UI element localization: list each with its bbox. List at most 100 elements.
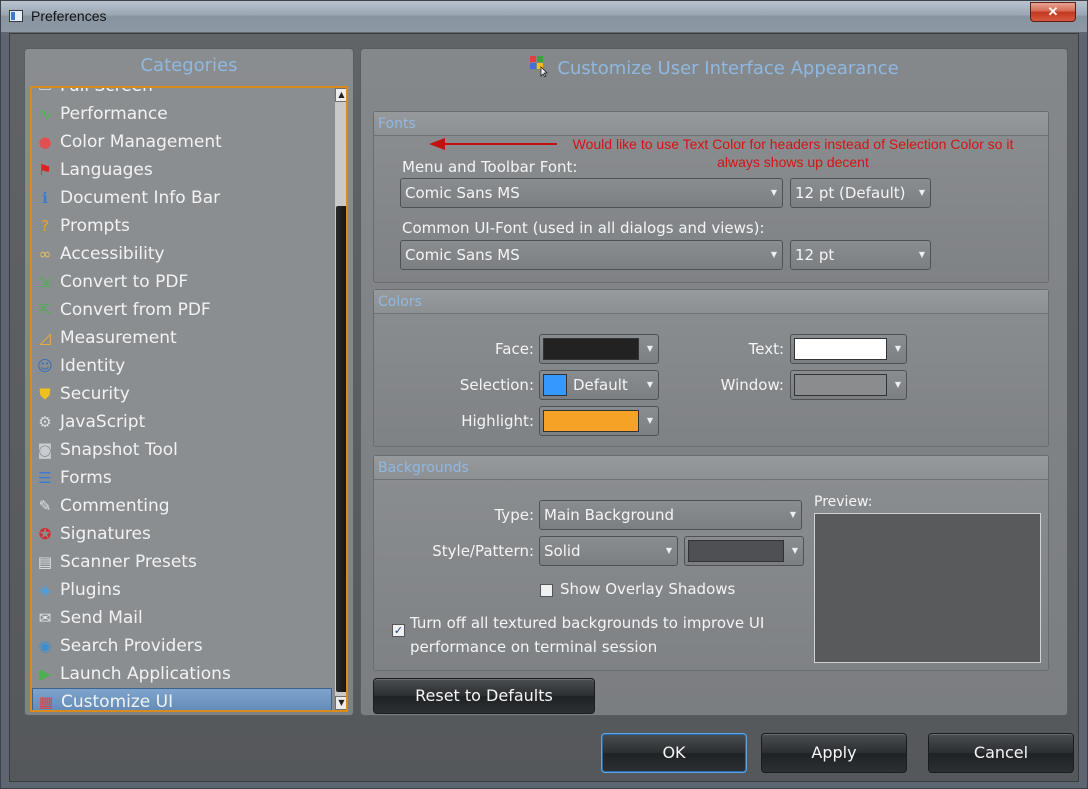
glasses-icon: ∞	[38, 245, 52, 263]
textured-backgrounds-label-line2: performance on terminal session	[410, 638, 658, 656]
ok-button[interactable]: OK	[601, 733, 747, 773]
menu-font-size-dropdown[interactable]: 12 pt (Default) ▼	[790, 178, 931, 208]
overlay-shadows-label: Show Overlay Shadows	[560, 580, 736, 598]
sidebar-item-forms[interactable]: ☰ Forms	[32, 464, 332, 492]
shield-icon: ⛊	[39, 385, 51, 403]
chevron-down-icon: ▼	[646, 380, 654, 389]
apply-button[interactable]: Apply	[761, 733, 907, 773]
ui-font-dropdown[interactable]: Comic Sans MS ▼	[400, 240, 783, 270]
close-button[interactable]: ✕	[1030, 2, 1076, 22]
sidebar-item-accessibility[interactable]: ∞ Accessibility	[32, 240, 332, 268]
background-preview	[814, 513, 1041, 663]
sidebar-item-prompts[interactable]: ? Prompts	[32, 212, 332, 240]
sidebar-item-customize-ui[interactable]: ▦ Customize UI	[32, 688, 332, 712]
preferences-window: Preferences ✕ Categories ▭ Full Screen ∿ Pe…	[0, 0, 1088, 789]
sidebar-item-scanner-presets[interactable]: ▤ Scanner Presets	[32, 548, 332, 576]
cancel-button[interactable]: Cancel	[928, 733, 1074, 773]
chevron-down-icon: ▼	[770, 188, 778, 197]
annotation-arrow-icon	[429, 138, 557, 150]
window-label: Window:	[720, 376, 784, 394]
fonts-group-title: Fonts	[374, 112, 1048, 136]
face-color-picker[interactable]: ▼	[539, 334, 659, 364]
sidebar-item-snapshot-tool[interactable]: ◙ Snapshot Tool	[32, 436, 332, 464]
scroll-thumb[interactable]	[336, 206, 346, 692]
sidebar-item-security[interactable]: ⛊ Security	[32, 380, 332, 408]
window-color-picker[interactable]: ▼	[790, 370, 907, 400]
preview-label: Preview:	[814, 494, 873, 510]
annotation-note: Would like to use Text Color for headers…	[572, 136, 1014, 170]
sidebar-item-label: Signatures	[60, 524, 151, 544]
text-label: Text:	[748, 340, 784, 358]
style-pattern-dropdown[interactable]: Solid ▼	[539, 536, 678, 566]
camera-icon: ◙	[37, 441, 53, 459]
sidebar-item-identity[interactable]: ☺ Identity	[32, 352, 332, 380]
question-icon: ?	[41, 217, 49, 235]
panel-title: Customize User Interface Appearance	[557, 58, 899, 79]
chevron-down-icon: ▼	[646, 416, 654, 425]
sidebar-item-label: Forms	[60, 468, 112, 488]
pattern-color-picker[interactable]: ▼	[684, 536, 804, 566]
sidebar-item-label: Accessibility	[60, 244, 165, 264]
sidebar-item-color-management[interactable]: ● Color Management	[32, 128, 332, 156]
selection-color-value: Default	[573, 376, 628, 394]
sidebar-item-javascript[interactable]: ⚙ JavaScript	[32, 408, 332, 436]
chevron-down-icon: ▼	[918, 250, 926, 259]
javascript-icon: ⚙	[38, 413, 52, 431]
languages-flag-icon: ⚑	[38, 161, 52, 179]
sidebar-item-commenting[interactable]: ✎ Commenting	[32, 492, 332, 520]
background-type-dropdown[interactable]: Main Background ▼	[539, 500, 802, 530]
sidebar-item-launch-applications[interactable]: ▶ Launch Applications	[32, 660, 332, 688]
menu-font-value: Comic Sans MS	[405, 184, 520, 202]
sidebar-item-label: Customize UI	[61, 692, 174, 712]
customize-ui-icon	[529, 55, 551, 78]
selection-color-picker[interactable]: Default ▼	[539, 370, 659, 400]
sidebar-item-send-mail[interactable]: ✉ Send Mail	[32, 604, 332, 632]
textured-backgrounds-label-line1: Turn off all textured backgrounds to imp…	[410, 614, 765, 632]
sidebar-item-performance[interactable]: ∿ Performance	[32, 100, 332, 128]
sidebar-item-label: Launch Applications	[60, 664, 231, 684]
menu-font-label: Menu and Toolbar Font:	[402, 158, 578, 176]
sidebar-item-label: Prompts	[60, 216, 130, 236]
sidebar-item-label: Color Management	[60, 132, 222, 152]
categories-scrollbar[interactable]: ▲ ▼	[334, 88, 346, 710]
categories-list[interactable]: ▭ Full Screen ∿ Performance ● Color Managemen…	[30, 86, 348, 712]
backgrounds-group-title: Backgrounds	[374, 456, 1048, 480]
sidebar-item-plugins[interactable]: ◈ Plugins	[32, 576, 332, 604]
sidebar-item-full-screen[interactable]: ▭ Full Screen	[32, 86, 332, 100]
sidebar-item-signatures[interactable]: ✪ Signatures	[32, 520, 332, 548]
scroll-down-arrow[interactable]: ▼	[335, 696, 346, 710]
sidebar-item-label: Languages	[60, 160, 153, 180]
text-color-picker[interactable]: ▼	[790, 334, 907, 364]
user-icon: ☺	[37, 357, 53, 375]
sidebar-item-measurement[interactable]: ◿ Measurement	[32, 324, 332, 352]
sidebar-item-convert-from-pdf[interactable]: ⇱ Convert from PDF	[32, 296, 332, 324]
highlight-color-picker[interactable]: ▼	[539, 406, 659, 436]
backgrounds-group: Backgrounds Type: Main Background ▼ Styl…	[373, 455, 1049, 671]
colors-group-title: Colors	[374, 290, 1048, 314]
sidebar-item-convert-to-pdf[interactable]: ⇲ Convert to PDF	[32, 268, 332, 296]
chevron-down-icon: ▼	[894, 344, 902, 353]
pattern-color-swatch	[688, 540, 784, 562]
categories-items: ▭ Full Screen ∿ Performance ● Color Managemen…	[32, 86, 332, 712]
chevron-down-icon: ▼	[894, 380, 902, 389]
face-label: Face:	[495, 340, 534, 358]
forms-icon: ☰	[38, 469, 52, 487]
dialog-client-area: Categories ▭ Full Screen ∿ Performance ● Colo…	[9, 33, 1079, 782]
ui-font-size-dropdown[interactable]: 12 pt ▼	[790, 240, 931, 270]
menu-font-dropdown[interactable]: Comic Sans MS ▼	[400, 178, 783, 208]
reset-to-defaults-button[interactable]: Reset to Defaults	[373, 678, 595, 714]
overlay-shadows-checkbox[interactable]	[540, 584, 553, 597]
sidebar-item-document-info-bar[interactable]: ℹ Document Info Bar	[32, 184, 332, 212]
sidebar-item-languages[interactable]: ⚑ Languages	[32, 156, 332, 184]
textured-backgrounds-checkbox[interactable]: ✓	[392, 624, 405, 637]
chevron-down-icon: ▼	[918, 188, 926, 197]
convert-from-pdf-icon: ⇱	[38, 301, 52, 319]
scroll-up-arrow[interactable]: ▲	[335, 88, 346, 102]
sidebar-item-search-providers[interactable]: ◉ Search Providers	[32, 632, 332, 660]
style-pattern-value: Solid	[544, 542, 581, 560]
sidebar-item-label: Search Providers	[60, 636, 203, 656]
signature-ribbon-icon: ✪	[38, 525, 52, 543]
color-wheel-icon: ●	[38, 133, 52, 151]
chevron-down-icon: ▼	[789, 510, 797, 519]
sidebar-item-label: Full Screen	[60, 86, 153, 96]
